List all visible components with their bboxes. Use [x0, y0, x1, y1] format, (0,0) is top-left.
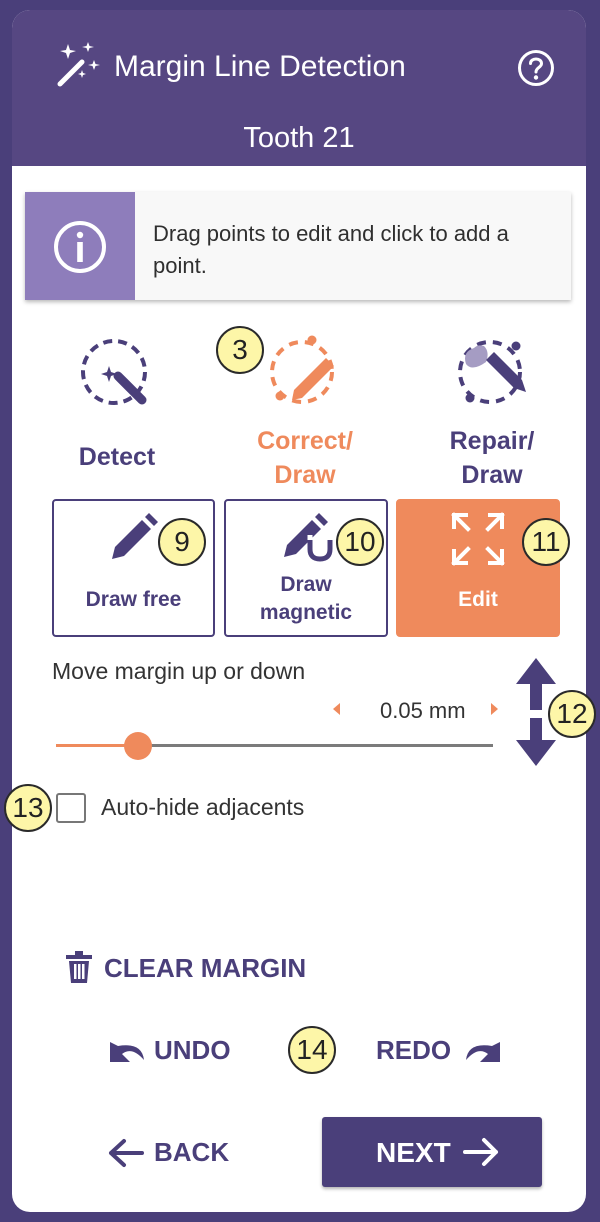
- undo-icon: [110, 1042, 144, 1062]
- annotation-badge-11: 11: [522, 518, 570, 566]
- magic-wand-icon: [57, 42, 100, 87]
- magnetic-pencil-icon: [284, 513, 333, 562]
- clear-margin-label: CLEAR MARGIN: [104, 953, 307, 983]
- redo-icon: [466, 1042, 500, 1062]
- annotation-badge-14: 14: [288, 1026, 336, 1074]
- tooth-label: Tooth 21: [243, 122, 355, 154]
- annotation-badge-3: 3: [216, 326, 264, 374]
- redo-label: REDO: [376, 1035, 452, 1065]
- panel-header: Margin Line Detection Tooth 21: [12, 10, 586, 166]
- slider-thumb[interactable]: [124, 732, 152, 760]
- draw-free-label: Draw free: [85, 588, 182, 611]
- panel-title: Margin Line Detection: [114, 50, 406, 83]
- mode-correct-draw-label-1: Correct/: [257, 427, 353, 455]
- undo-button[interactable]: UNDO: [108, 1032, 240, 1072]
- draw-magnetic-label-2: magnetic: [259, 601, 353, 624]
- back-button[interactable]: BACK: [108, 1134, 248, 1174]
- mode-detect-label: Detect: [78, 443, 156, 471]
- margin-value: 0.05 mm: [380, 698, 466, 723]
- info-message: Drag points to edit and click to add a p…: [153, 221, 509, 278]
- slider-track[interactable]: [138, 744, 493, 747]
- decrease-arrow-icon[interactable]: [331, 702, 343, 716]
- clear-margin-button[interactable]: CLEAR MARGIN: [64, 950, 334, 990]
- draw-magnetic-label-1: Draw: [280, 573, 332, 596]
- edit-label: Edit: [458, 588, 498, 611]
- detect-icon: [81, 339, 147, 405]
- expand-arrows-icon: [451, 512, 505, 566]
- help-icon[interactable]: [516, 48, 556, 88]
- next-label: NEXT: [376, 1137, 451, 1168]
- annotation-badge-12: 12: [548, 690, 596, 738]
- annotation-badge-13: 13: [4, 784, 52, 832]
- mode-repair-draw-label-1: Repair/: [449, 427, 535, 455]
- next-button[interactable]: NEXT: [322, 1117, 542, 1187]
- mode-correct-draw-label-2: Draw: [274, 461, 336, 489]
- mode-repair-draw[interactable]: Repair/ Draw: [426, 330, 558, 489]
- undo-label: UNDO: [154, 1035, 231, 1065]
- trash-icon: [66, 951, 92, 983]
- auto-hide-label: Auto-hide adjacents: [101, 794, 305, 820]
- info-icon: [54, 221, 106, 273]
- correct-draw-icon: [270, 335, 334, 404]
- info-icon-box: [25, 192, 135, 300]
- redo-button[interactable]: REDO: [376, 1032, 508, 1072]
- arrow-left-icon: [109, 1139, 144, 1167]
- info-banner: Drag points to edit and click to add a p…: [25, 192, 571, 300]
- mode-repair-draw-label-2: Draw: [461, 461, 523, 489]
- back-label: BACK: [154, 1137, 230, 1167]
- auto-hide-checkbox[interactable]: [56, 793, 86, 823]
- pencil-icon: [112, 513, 158, 559]
- annotation-badge-10: 10: [336, 518, 384, 566]
- repair-draw-icon: [458, 340, 526, 404]
- move-margin-label: Move margin up or down: [52, 658, 306, 684]
- arrow-right-icon: [463, 1138, 498, 1166]
- increase-arrow-icon[interactable]: [488, 702, 500, 716]
- mode-detect[interactable]: Detect: [52, 336, 182, 476]
- annotation-badge-9: 9: [158, 518, 206, 566]
